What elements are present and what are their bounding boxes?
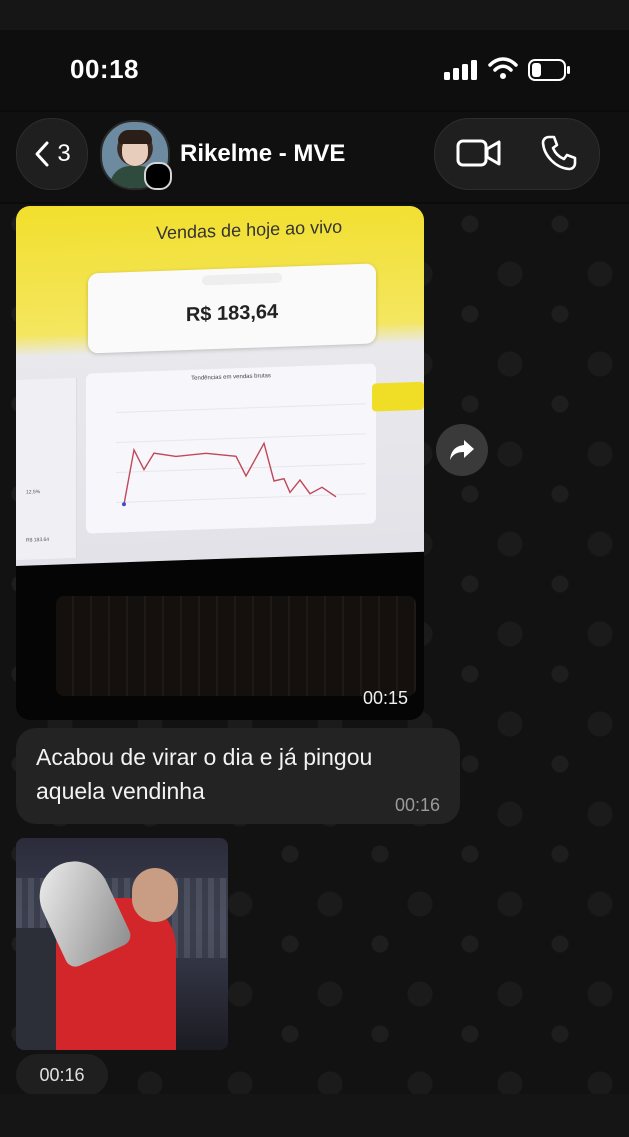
message-timestamp: 00:16 (394, 795, 440, 815)
photo-timestamp-pill: 00:16 (16, 1054, 108, 1096)
dashboard-side-tag (372, 381, 424, 412)
avatar-status-badge (144, 162, 172, 190)
total-date-chip (202, 272, 282, 286)
photo-player-head (132, 868, 178, 922)
sales-total-card: R$ 183,64 (88, 263, 376, 354)
trend-line (116, 403, 366, 507)
contact-name[interactable]: Rikelme - MVE (180, 140, 345, 168)
avatar-hair (118, 130, 152, 144)
video-call-icon[interactable] (456, 136, 502, 170)
forward-icon (450, 440, 474, 460)
dashboard-side-panel: 12.5% R$ 183.64 (16, 377, 77, 560)
side-panel-amount: R$ 183.64 (26, 536, 50, 544)
battery-icon (528, 59, 570, 81)
message-text: Acabou de virar o dia e já pingou aquela… (36, 744, 373, 804)
photo-bystander (16, 928, 56, 1050)
side-panel-percent: 12.5% (26, 489, 41, 496)
text-message-bubble[interactable]: Acabou de virar o dia e já pingou aquela… (16, 728, 460, 824)
phone-call-icon[interactable] (540, 134, 578, 172)
top-dark-strip (0, 0, 629, 30)
keyboard-photo (56, 596, 416, 696)
dashboard-title: Vendas de hoje ao vivo (156, 216, 343, 244)
image-message-sales-dashboard[interactable]: Vendas de hoje ao vivo R$ 183,64 12.5% R… (16, 206, 424, 720)
forward-button[interactable] (436, 424, 488, 476)
sales-total-value: R$ 183,64 (185, 300, 279, 327)
dashboard-photo: Vendas de hoje ao vivo R$ 183,64 12.5% R… (16, 206, 424, 566)
unread-count: 3 (57, 140, 71, 167)
image-message-trophy-photo[interactable] (16, 838, 228, 1050)
image-timestamp: 00:15 (362, 688, 408, 708)
photo-timestamp: 00:16 (39, 1065, 85, 1085)
status-time: 00:18 (70, 54, 139, 84)
back-chevron-icon (35, 141, 49, 167)
signal-icon (444, 60, 477, 80)
sales-trend-chart: Tendências em vendas brutas (86, 363, 376, 534)
back-button[interactable]: 3 (16, 118, 88, 190)
bottom-bar (0, 1094, 629, 1137)
wifi-icon (488, 57, 518, 79)
